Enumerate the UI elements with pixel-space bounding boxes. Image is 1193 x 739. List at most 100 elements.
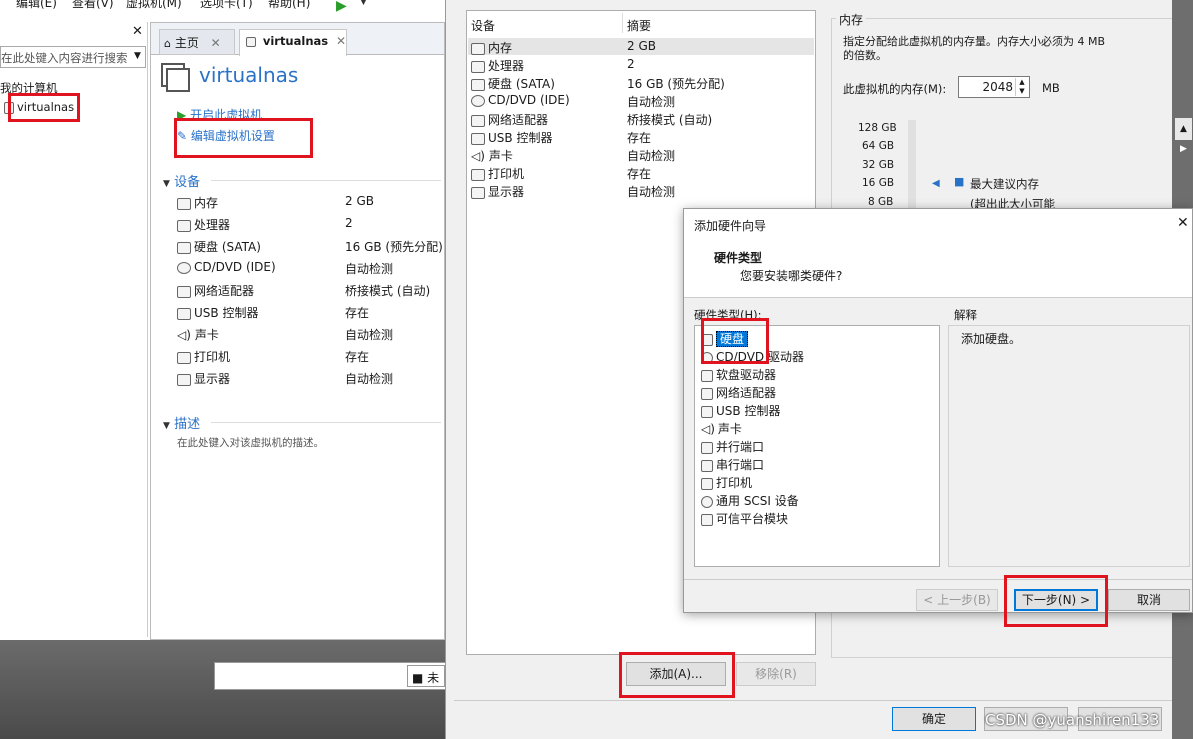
menu-view[interactable]: 查看(V) (72, 0, 114, 11)
cancel-button[interactable]: 取消 (1108, 589, 1190, 611)
device-name: 硬盘 (SATA) (488, 77, 555, 91)
vm-device-row[interactable]: ◁) 声卡 (177, 326, 219, 343)
printer-icon (701, 477, 713, 490)
device-name: 显示器 (488, 185, 525, 199)
settings-device-row[interactable]: 硬盘 (SATA) (471, 75, 555, 92)
settings-device-value: 2 (627, 57, 635, 71)
settings-device-value: 自动检测 (627, 95, 676, 109)
settings-device-row[interactable]: 处理器 (471, 57, 524, 74)
hw-item-harddisk[interactable]: 硬盘 (701, 330, 749, 347)
close-icon[interactable]: ✕ (211, 36, 221, 50)
tree-vm[interactable]: virtualnas (4, 100, 74, 114)
hw-item-label: CD/DVD 驱动器 (716, 350, 804, 364)
hardware-type-list[interactable]: 硬盘 CD/DVD 驱动器 软盘驱动器 网络适配器 USB 控制器 ◁) 声卡 并… (694, 325, 940, 567)
vm-icon (4, 101, 14, 114)
device-name: 网络适配器 (194, 284, 255, 298)
tab-vm[interactable]: virtualnas ✕ (239, 29, 347, 56)
edit-icon: ✎ (177, 129, 188, 143)
edit-vm-settings-link[interactable]: ✎ 编辑虚拟机设置 (177, 127, 275, 144)
hw-item-serial[interactable]: 串行端口 (701, 456, 764, 473)
settings-device-row[interactable]: 内存 (471, 39, 512, 56)
remove-hardware-button[interactable]: 移除(R) (736, 662, 816, 686)
vm-device-row[interactable]: 处理器 (177, 216, 230, 233)
devices-divider (211, 180, 441, 181)
start-vm-link[interactable]: ▶ 开启此虚拟机 (177, 106, 262, 123)
close-icon[interactable]: ✕ (336, 34, 346, 48)
menu-tabs[interactable]: 选项卡(T) (200, 0, 253, 11)
floppy-icon (701, 369, 713, 382)
hardware-type-label: 硬件类型(H): (694, 308, 762, 322)
devices-header[interactable]: ▼ 设备 (163, 171, 200, 190)
back-button[interactable]: < 上一步(B) (916, 589, 998, 611)
description-header[interactable]: ▼ 描述 (163, 413, 200, 432)
vm-device-value: 2 (345, 216, 353, 230)
close-icon[interactable]: ✕ (1177, 215, 1189, 231)
vm-device-row[interactable]: 硬盘 (SATA) (177, 238, 261, 255)
memory-slider-track[interactable] (908, 120, 916, 215)
dropdown-icon[interactable]: ▼ (360, 0, 367, 7)
usb-icon (701, 405, 713, 418)
col-device-header[interactable]: 设备 (471, 17, 495, 34)
library-search-input[interactable]: 在此处键入内容进行搜索 ▼ (0, 46, 146, 68)
device-name: 打印机 (194, 350, 231, 364)
hw-item-sound[interactable]: ◁) 声卡 (701, 420, 742, 437)
hard-disk-icon (701, 333, 713, 346)
tree-root[interactable]: 我的计算机 (0, 80, 58, 96)
pointer-left-icon: ◀ (932, 178, 940, 189)
hw-item-parallel[interactable]: 并行端口 (701, 438, 764, 455)
hw-item-label: 可信平台模块 (716, 512, 789, 526)
tree-vm-label: virtualnas (17, 100, 75, 114)
hw-item-printer[interactable]: 打印机 (701, 474, 752, 491)
tab-vm-label: virtualnas (262, 34, 329, 48)
hw-item-tpm[interactable]: 可信平台模块 (701, 510, 788, 527)
memory-input[interactable]: 2048 ▲ ▼ (958, 76, 1030, 98)
settings-device-row[interactable]: 打印机 (471, 165, 524, 182)
collapse-icon: ▼ (163, 179, 170, 189)
scroll-right-icon[interactable]: ▶ (1180, 144, 1187, 154)
settings-device-row[interactable]: 网络适配器 (471, 111, 548, 128)
chevron-down-icon[interactable]: ▼ (134, 51, 141, 61)
hw-item-label: 网络适配器 (716, 386, 777, 400)
scale-label: 32 GB (862, 159, 895, 171)
memory-icon (177, 197, 191, 210)
settings-device-row[interactable]: USB 控制器 (471, 129, 552, 146)
vm-device-value: 存在 (345, 350, 370, 364)
vm-device-row[interactable]: 打印机 (177, 348, 230, 365)
library-panel: ✕ 在此处键入内容进行搜索 ▼ 我的计算机 virtualnas (0, 22, 148, 637)
hw-item-label: USB 控制器 (716, 404, 781, 418)
hw-item-floppy[interactable]: 软盘驱动器 (701, 366, 776, 383)
cpu-icon (471, 60, 485, 73)
vm-icon (246, 36, 256, 47)
hw-item-cddvd[interactable]: CD/DVD 驱动器 (701, 348, 804, 365)
vm-device-row[interactable]: 显示器 (177, 370, 230, 387)
scale-label: 8 GB (868, 196, 894, 208)
vm-device-row[interactable]: 网络适配器 (177, 282, 254, 299)
vm-device-row[interactable]: CD/DVD (IDE) (177, 260, 276, 274)
hw-item-usb[interactable]: USB 控制器 (701, 402, 780, 419)
add-hardware-button[interactable]: 添加(A)... (626, 662, 726, 686)
add-hardware-wizard: 添加硬件向导 ✕ 硬件类型 您要安装哪类硬件? 硬件类型(H): 硬盘 CD/D… (683, 208, 1193, 613)
vm-device-row[interactable]: 内存 (177, 194, 218, 211)
watermark: CSDN @yuanshiren133 (985, 711, 1160, 729)
menu-vm[interactable]: 虚拟机(M) (126, 0, 182, 11)
settings-device-row[interactable]: 显示器 (471, 183, 524, 200)
description-placeholder[interactable]: 在此处键入对该虚拟机的描述。 (177, 435, 324, 450)
tab-home[interactable]: ⌂ 主页 ✕ (159, 29, 235, 55)
menu-help[interactable]: 帮助(H) (268, 0, 310, 11)
serial-port-icon (701, 459, 713, 472)
hw-item-network[interactable]: 网络适配器 (701, 384, 776, 401)
spinner-icon[interactable]: ▲ ▼ (1015, 78, 1028, 96)
ok-button[interactable]: 确定 (892, 707, 976, 731)
speaker-icon: ◁) (701, 422, 715, 436)
close-icon[interactable]: ✕ (132, 24, 143, 39)
scroll-up-icon[interactable]: ▲ (1175, 118, 1192, 140)
hw-item-scsi[interactable]: 通用 SCSI 设备 (701, 492, 799, 509)
col-summary-header[interactable]: 摘要 (627, 17, 651, 34)
settings-device-row[interactable]: CD/DVD (IDE) (471, 93, 570, 107)
next-button[interactable]: 下一步(N) > (1014, 589, 1098, 611)
vm-device-row[interactable]: USB 控制器 (177, 304, 258, 321)
device-name: 处理器 (194, 218, 231, 232)
play-icon[interactable]: ▶ (336, 0, 347, 14)
settings-device-row[interactable]: ◁) 声卡 (471, 147, 513, 164)
menu-edit[interactable]: 编辑(E) (16, 0, 57, 11)
